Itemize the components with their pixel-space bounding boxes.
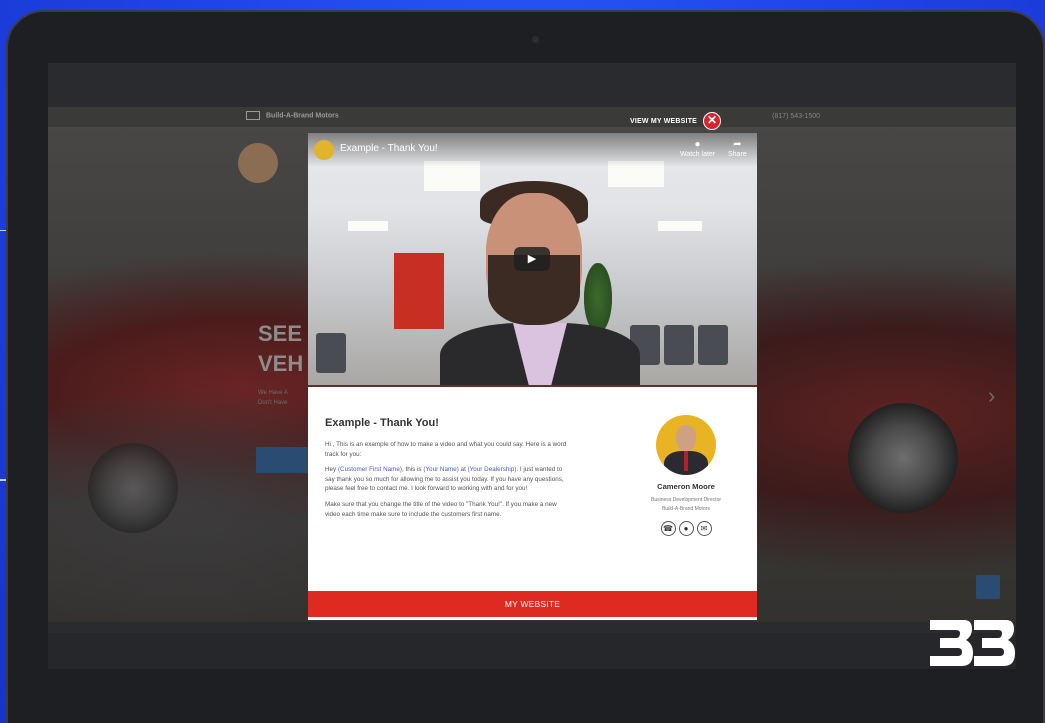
hero-sub-line-1: We Have A: [258, 390, 288, 396]
carousel-next-icon[interactable]: ›: [988, 383, 995, 409]
website-phone[interactable]: (817) 543-1500: [772, 113, 820, 120]
avatar-face: [676, 425, 696, 451]
content-title: Example - Thank You!: [325, 417, 439, 429]
chat-icon[interactable]: ●: [678, 521, 694, 536]
scroll-top-button[interactable]: [976, 575, 1000, 599]
para2-mid-2: at: [458, 466, 468, 474]
share-label: Share: [728, 151, 747, 158]
video-modal: ▶ Example - Thank You! ● Watch later ➦ S…: [308, 133, 757, 620]
hero-heading: SEE VEH: [258, 319, 303, 379]
share-icon: ➦: [733, 139, 742, 150]
video-title[interactable]: Example - Thank You!: [340, 143, 438, 154]
play-icon[interactable]: ▶: [514, 247, 550, 271]
website-logo-text: Build-A-Brand Motors: [266, 112, 339, 120]
hero-button[interactable]: [256, 447, 312, 473]
placeholder-your-name: (Your Name): [423, 466, 459, 474]
channel-avatar[interactable]: [314, 140, 334, 160]
contact-card: Cameron Moore Business Development Direc…: [628, 415, 744, 536]
avatar-tie: [684, 451, 688, 471]
hero-subtext: We Have A Don't Have: [258, 388, 288, 408]
close-icon[interactable]: ✕: [703, 112, 722, 130]
phone-icon[interactable]: ☎: [660, 521, 676, 536]
website-logo[interactable]: Build-A-Brand Motors: [246, 111, 339, 120]
chair: [698, 325, 728, 365]
screen-bottom-bar: [48, 633, 1016, 669]
para2-mid-1: , this is: [401, 466, 424, 474]
contact-company: Build-A-Brand Motors: [662, 506, 710, 512]
modal-header: VIEW MY WEBSITE ✕: [630, 112, 722, 130]
red-wall: [394, 253, 444, 329]
share-button[interactable]: ➦ Share: [728, 139, 747, 158]
car-wheel-left: [88, 443, 178, 533]
contact-name: Cameron Moore: [657, 482, 715, 491]
view-website-link[interactable]: VIEW MY WEBSITE: [630, 118, 697, 125]
content-paragraph-2: Hey (Customer First Name), this is (Your…: [325, 465, 569, 494]
plant: [584, 263, 612, 333]
hero-sub-line-2: Don't Have: [258, 400, 288, 406]
placeholder-dealership: (Your Dealership): [467, 466, 517, 474]
placeholder-customer-name: (Customer First Name): [337, 466, 402, 474]
ceiling-light: [658, 221, 702, 231]
chair: [664, 325, 694, 365]
content-paragraph-1: Hi , This is an example of how to make a…: [325, 441, 567, 458]
content-paragraph-3: Make sure that you change the title of t…: [325, 500, 557, 518]
contact-actions: ☎ ● ✉: [628, 521, 744, 536]
para2-prefix: Hey: [325, 466, 338, 474]
webcam: [532, 36, 539, 43]
watch-later-label: Watch later: [680, 151, 716, 158]
watch-later-button[interactable]: ● Watch later: [680, 139, 715, 158]
brand-logo: [930, 620, 1015, 666]
ceiling-light: [348, 221, 388, 231]
website-topbar: [48, 107, 1016, 127]
contact-role: Business Development Director: [650, 497, 722, 503]
page: { "site": { "logo_text": "Build-A-Brand …: [0, 0, 1045, 723]
contact-avatar: [656, 415, 716, 475]
video-player[interactable]: ▶ Example - Thank You! ● Watch later ➦ S…: [308, 133, 757, 387]
my-website-button[interactable]: MY WEBSITE: [308, 591, 757, 617]
clock-icon: ●: [694, 139, 701, 150]
website-avatar: [238, 143, 278, 183]
chair: [316, 333, 346, 373]
content-body: Hi , This is an example of how to make a…: [325, 440, 569, 525]
email-icon[interactable]: ✉: [696, 521, 712, 536]
hero-line-2: VEH: [258, 351, 304, 376]
hero-line-1: SEE: [258, 321, 303, 346]
car-wheel-right: [848, 403, 958, 513]
modal-content: Example - Thank You! Hi , This is an exa…: [308, 387, 757, 591]
